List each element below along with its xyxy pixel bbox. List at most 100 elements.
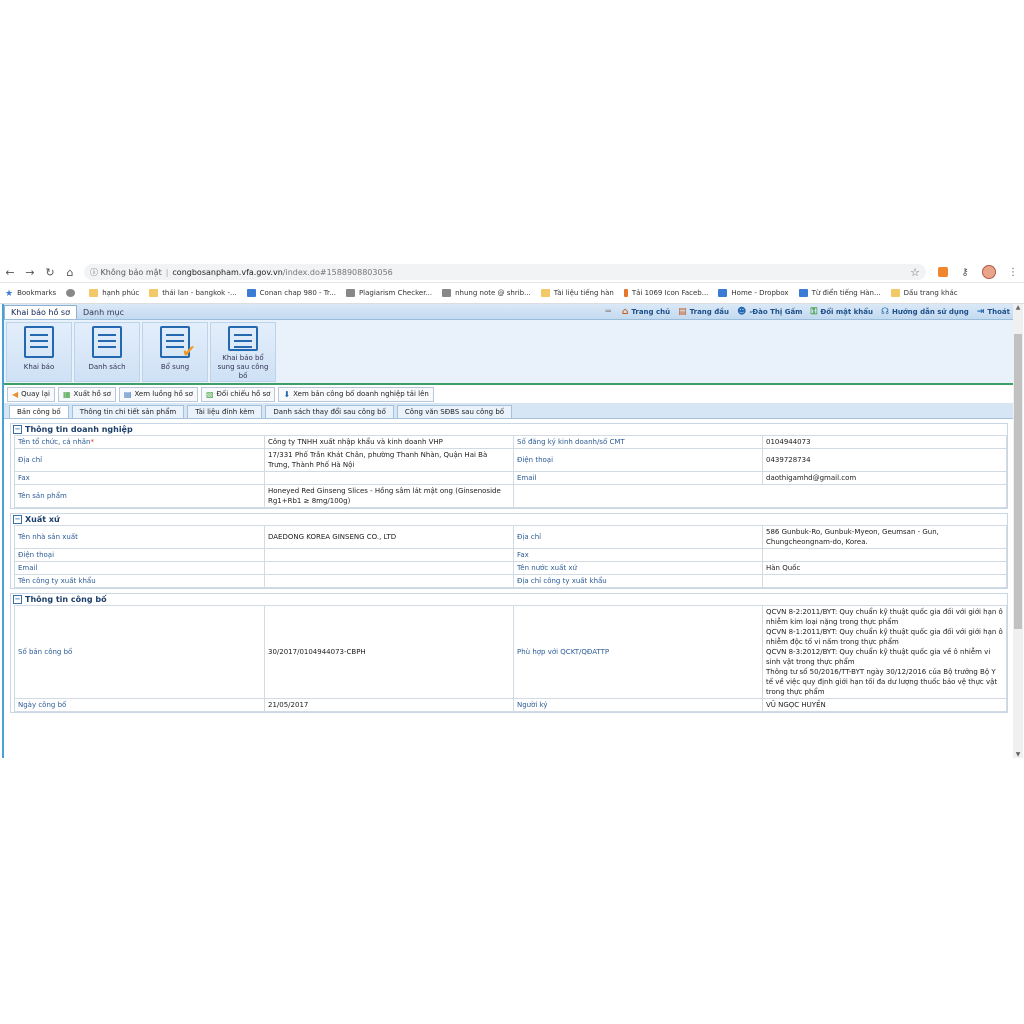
collapse-icon[interactable]: − (13, 425, 22, 434)
home-icon[interactable]: ⌂ (60, 266, 80, 279)
field-label: Tên sản phẩm (14, 484, 265, 508)
tab-ban-cong-bo[interactable]: Bản công bố (9, 405, 69, 418)
bookmark-item[interactable] (61, 289, 84, 297)
extension-icon[interactable] (938, 267, 948, 277)
list-icon (92, 326, 122, 358)
menu-icon[interactable]: ⋮ (1002, 267, 1024, 278)
compare-icon: ▧ (205, 389, 214, 399)
top-link-thoat[interactable]: ⇥ Thoát (973, 307, 1014, 317)
folder-icon (540, 289, 550, 297)
bookmark-item[interactable]: Tài liệu tiếng hàn (536, 289, 619, 297)
standard-line: QCVN 8-1:2011/BYT: Quy chuẩn kỹ thuật qu… (766, 628, 1003, 646)
bookmark-item[interactable]: Từ điển tiếng Hàn... (794, 289, 886, 297)
tab-thong-tin-chi-tiet[interactable]: Thông tin chi tiết sản phẩm (71, 405, 185, 418)
url-host: congbosanpham.vfa.gov.vn (172, 267, 283, 277)
url-field[interactable]: ⓘ Không bảo mật | congbosanpham.vfa.gov.… (84, 264, 926, 280)
bookmark-item[interactable]: Plagiarism Checker... (341, 289, 437, 297)
field-label: Điện thoại (513, 448, 763, 472)
field-label: Fax (513, 548, 763, 562)
doi-chieu-ho-so-button[interactable]: ▧ Đối chiếu hồ sơ (200, 386, 276, 402)
folder-icon (890, 289, 900, 297)
field-value (264, 548, 514, 562)
tab-danh-sach-thay-doi[interactable]: Danh sách thay đổi sau công bố (265, 405, 394, 418)
table-row: Địa chỉ 17/331 Phố Trần Khát Chân, phườn… (14, 448, 1007, 472)
bookmark-item[interactable]: Tải 1069 Icon Faceb... (619, 289, 714, 297)
lines-icon: ═ (605, 306, 611, 317)
forward-icon[interactable]: → (20, 266, 40, 279)
info-icon[interactable]: ⓘ (90, 267, 98, 278)
field-value (264, 561, 514, 575)
main-tab-bar: Khai báo hồ sơ Danh mục ═ ⌂ Trang chủ ▤ Tr… (4, 304, 1014, 320)
scroll-down-icon[interactable]: ▼ (1014, 751, 1022, 758)
section-title: − Thông tin doanh nghiệp (11, 424, 1007, 435)
bookmark-item[interactable]: Dấu trang khác (886, 289, 963, 297)
xuat-ho-so-button[interactable]: ▦ Xuất hồ sơ (57, 386, 116, 402)
field-value: 586 Gunbuk-Ro, Gunbuk-Myeon, Geumsan - G… (762, 525, 1007, 549)
tab-tai-lieu-dinh-kem[interactable]: Tài liệu đính kèm (187, 405, 263, 418)
top-link-trang-chu[interactable]: ⌂ Trang chủ (618, 307, 674, 317)
url-path: /index.do#1588908803056 (282, 267, 393, 277)
collapse-icon[interactable]: − (13, 595, 22, 604)
scroll-up-icon[interactable]: ▲ (1014, 304, 1022, 311)
field-value (513, 484, 1007, 508)
quay-lai-button[interactable]: ◀ Quay lại (7, 386, 55, 402)
tab-khai-bao-ho-so[interactable]: Khai báo hồ sơ (4, 305, 77, 319)
user-icon: ☻ (736, 306, 747, 317)
top-link-huong-dan[interactable]: ☊ Hướng dẫn sử dụng (877, 307, 973, 317)
table-row: Fax Email daothigamhd@gmail.com (14, 471, 1007, 485)
top-link[interactable]: ═ (602, 307, 618, 317)
key-icon[interactable]: ⚷ (954, 267, 976, 278)
bookmark-item[interactable]: thái lan - bangkok -... (144, 289, 241, 297)
tab-danh-muc[interactable]: Danh mục (77, 306, 130, 319)
ribbon-danh-sach-button[interactable]: Danh sách (74, 322, 140, 382)
field-value (264, 471, 514, 485)
export-icon: ▦ (62, 389, 71, 399)
table-row: Tên công ty xuất khẩu Địa chỉ công ty xu… (14, 574, 1007, 588)
field-value: daothigamhd@gmail.com (762, 471, 1007, 485)
collapse-icon[interactable]: − (13, 515, 22, 524)
bookmark-item[interactable]: nhung note @ shrib... (437, 289, 536, 297)
field-label: Địa chỉ (14, 448, 265, 472)
reload-icon[interactable]: ↻ (40, 266, 60, 279)
field-label: Số đăng ký kinh doanh/số CMT (513, 435, 763, 449)
app-frame: Khai báo hồ sơ Danh mục ═ ⌂ Trang chủ ▤ Tr… (2, 304, 1014, 758)
wordpress-icon (66, 289, 76, 297)
cong-bo-table: Số bản công bố 30/2017/0104944073-CBPH P… (14, 605, 1007, 712)
bookmark-item[interactable]: hạnh phúc (84, 289, 144, 297)
ribbon-bo-sung-button[interactable]: Bổ sung (142, 322, 208, 382)
standard-line: QCVN 8-3:2012/BYT: Quy chuẩn kỹ thuật qu… (766, 648, 991, 666)
site-icon (345, 289, 355, 297)
vertical-scrollbar[interactable]: ▲ ▼ (1013, 304, 1023, 758)
field-label: Email (513, 471, 763, 485)
field-label: Địa chỉ công ty xuất khẩu (513, 574, 763, 588)
profile-avatar[interactable] (982, 265, 996, 279)
security-label: Không bảo mật (100, 267, 162, 277)
bookmark-item[interactable]: Conan chap 980 - Tr... (242, 289, 341, 297)
field-value (762, 548, 1007, 562)
ribbon-khai-bao-button[interactable]: Khai báo (6, 322, 72, 382)
top-links: ═ ⌂ Trang chủ ▤ Trang đầu ☻ -Đào Thị Gấm ⚿ Đ… (602, 304, 1015, 319)
dropbox-icon (718, 289, 728, 297)
bookmark-item[interactable]: Home - Dropbox (713, 289, 793, 297)
tab-cong-van-sdbs[interactable]: Công văn SĐBS sau công bố (396, 405, 513, 418)
field-value: DAEDONG KOREA GINSENG CO., LTD (264, 525, 514, 549)
field-value: 17/331 Phố Trần Khát Chân, phường Thanh … (264, 448, 514, 472)
bookmark-star-icon[interactable]: ☆ (910, 266, 920, 279)
top-link-trang-dau[interactable]: ▤ Trang đầu (674, 307, 733, 317)
form-edit-icon (228, 326, 258, 351)
field-label: Số bản công bố (14, 605, 265, 699)
field-label: Người ký (513, 698, 763, 712)
flow-icon: ▤ (123, 389, 132, 399)
xem-ban-cong-bo-button[interactable]: ⬇ Xem bản công bố doanh nghiệp tải lên (278, 386, 434, 402)
field-label: Tên tổ chức, cá nhân* (14, 435, 265, 449)
xem-luong-ho-so-button[interactable]: ▤ Xem luồng hồ sơ (118, 386, 198, 402)
back-icon[interactable]: ← (0, 266, 20, 279)
ribbon-khai-bao-bo-sung-button[interactable]: Khai báo bổ sung sau công bố (210, 322, 276, 382)
bookmark-item[interactable]: ★ Bookmarks (0, 289, 61, 299)
field-value (264, 574, 514, 588)
section-xuat-xu: − Xuất xứ Tên nhà sản xuất DAEDONG KOREA … (10, 513, 1008, 589)
field-value: 30/2017/0104944073-CBPH (264, 605, 514, 699)
top-link-user[interactable]: ☻ -Đào Thị Gấm (733, 307, 807, 317)
scrollbar-thumb[interactable] (1014, 334, 1022, 629)
top-link-doi-mat-khau[interactable]: ⚿ Đổi mật khẩu (806, 307, 877, 317)
